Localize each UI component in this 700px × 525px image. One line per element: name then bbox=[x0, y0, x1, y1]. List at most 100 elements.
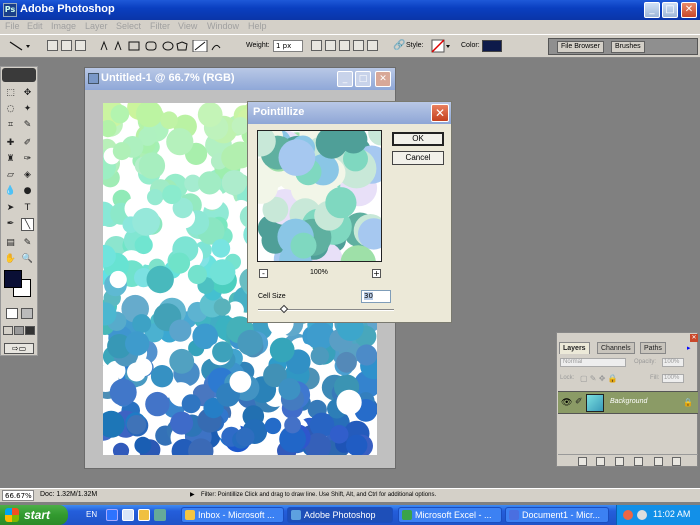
zoom-in-button[interactable]: + bbox=[372, 269, 381, 278]
new-layer-icon[interactable] bbox=[654, 457, 663, 466]
marquee-tool-icon[interactable]: ⬚ bbox=[4, 87, 17, 100]
menu-file[interactable]: File bbox=[5, 21, 20, 31]
fill-pixels-button[interactable] bbox=[75, 40, 86, 51]
document-close-button[interactable]: ✕ bbox=[375, 71, 391, 87]
style-picker-icon[interactable] bbox=[431, 39, 451, 53]
minimize-button[interactable]: _ bbox=[644, 2, 660, 18]
subtract-button[interactable] bbox=[325, 40, 336, 51]
tray-icon-1[interactable] bbox=[623, 510, 633, 520]
line-tool-icon-toolbox[interactable]: ╲ bbox=[21, 218, 34, 231]
slice-tool-icon[interactable]: ✎ bbox=[21, 119, 34, 132]
weight-input[interactable]: 1 px bbox=[273, 40, 303, 52]
cell-size-input[interactable]: 30 bbox=[361, 290, 391, 303]
dodge-tool-icon[interactable]: ● bbox=[21, 185, 34, 198]
menu-view[interactable]: View bbox=[178, 21, 197, 31]
status-arrow-icon[interactable]: ▶ bbox=[190, 491, 195, 498]
start-button[interactable]: start bbox=[0, 505, 68, 525]
language-indicator[interactable]: EN bbox=[86, 510, 97, 519]
zoom-out-button[interactable]: - bbox=[259, 269, 268, 278]
mask-icon[interactable] bbox=[596, 457, 605, 466]
intersect-button[interactable] bbox=[339, 40, 350, 51]
adobe-online-icon[interactable] bbox=[2, 68, 36, 82]
maximize-button[interactable]: □ bbox=[662, 2, 678, 18]
layer-row-background[interactable]: 👁 ✐ Background 🔒 bbox=[558, 391, 698, 414]
tab-layers[interactable]: Layers bbox=[559, 342, 590, 354]
healing-brush-icon[interactable]: ✚ bbox=[4, 137, 17, 150]
path-selection-icon[interactable]: ➤ bbox=[4, 202, 17, 215]
hand-tool-icon[interactable]: ✋ bbox=[4, 253, 17, 266]
shape-tools-icon[interactable] bbox=[98, 40, 228, 52]
eraser-tool-icon[interactable]: ▱ bbox=[4, 169, 17, 182]
menu-filter[interactable]: Filter bbox=[150, 21, 170, 31]
task-word[interactable]: Document1 - Micr... bbox=[505, 507, 609, 523]
fill-input[interactable]: 100% bbox=[662, 374, 684, 383]
paint-bucket-icon[interactable]: ◈ bbox=[21, 169, 34, 182]
close-button[interactable]: ✕ bbox=[681, 2, 697, 18]
menu-window[interactable]: Window bbox=[207, 21, 239, 31]
menu-help[interactable]: Help bbox=[248, 21, 267, 31]
cell-size-slider[interactable] bbox=[258, 304, 394, 314]
brush-tool-icon[interactable]: ✐ bbox=[21, 137, 34, 150]
magic-wand-icon[interactable]: ✦ bbox=[21, 103, 34, 116]
eyedropper-icon[interactable]: ✎ bbox=[21, 237, 34, 250]
outlook-quicklaunch-icon[interactable] bbox=[138, 509, 150, 521]
adjustment-layer-icon[interactable] bbox=[634, 457, 643, 466]
screen-mode-full-menu-icon[interactable] bbox=[14, 326, 24, 335]
lasso-tool-icon[interactable]: ◌ bbox=[4, 103, 17, 116]
dialog-close-button[interactable]: ✕ bbox=[431, 104, 449, 122]
line-tool-icon[interactable] bbox=[8, 40, 30, 52]
quick-mask-icon[interactable] bbox=[21, 308, 33, 319]
tray-icon-2[interactable] bbox=[637, 510, 647, 520]
crop-tool-icon[interactable]: ⌗ bbox=[4, 119, 17, 132]
slider-thumb[interactable] bbox=[279, 304, 289, 314]
ie-quicklaunch-icon[interactable] bbox=[106, 509, 118, 521]
menu-select[interactable]: Select bbox=[116, 21, 141, 31]
combine-button[interactable] bbox=[311, 40, 322, 51]
task-excel[interactable]: Microsoft Excel - ... bbox=[398, 507, 502, 523]
task-inbox[interactable]: Inbox - Microsoft ... bbox=[181, 507, 284, 523]
lock-icons[interactable]: ▢ ✎ ✥ 🔒 bbox=[580, 374, 618, 383]
layer-style-icon[interactable] bbox=[578, 457, 587, 466]
pen-tool-icon[interactable]: ✒ bbox=[4, 218, 17, 231]
zoom-field[interactable]: 66.67% bbox=[2, 490, 34, 501]
foreground-color-swatch[interactable] bbox=[4, 270, 22, 288]
blend-mode-select[interactable]: Normal bbox=[560, 358, 626, 367]
filter-preview[interactable] bbox=[257, 130, 382, 262]
document-minimize-button[interactable]: _ bbox=[337, 71, 353, 87]
new-shape-button[interactable] bbox=[367, 40, 378, 51]
color-swatch[interactable] bbox=[482, 40, 502, 52]
link-icon[interactable]: 🔗 bbox=[393, 40, 405, 51]
blur-tool-icon[interactable]: 💧 bbox=[4, 185, 17, 198]
desktop-quicklaunch-icon[interactable] bbox=[122, 509, 134, 521]
media-quicklaunch-icon[interactable] bbox=[154, 509, 166, 521]
screen-mode-standard-icon[interactable] bbox=[3, 326, 13, 335]
trash-icon[interactable] bbox=[672, 457, 681, 466]
jump-to-imageready-icon[interactable]: ⇨▭ bbox=[4, 343, 34, 354]
eye-icon[interactable]: 👁 bbox=[561, 398, 572, 408]
exclude-button[interactable] bbox=[353, 40, 364, 51]
menu-image[interactable]: Image bbox=[51, 21, 76, 31]
screen-mode-full-icon[interactable] bbox=[25, 326, 35, 335]
opacity-input[interactable]: 100% bbox=[662, 358, 684, 367]
brush-link-icon[interactable]: ✐ bbox=[575, 397, 583, 407]
notes-tool-icon[interactable]: ▤ bbox=[4, 237, 17, 250]
tab-channels[interactable]: Channels bbox=[597, 342, 635, 354]
tab-paths[interactable]: Paths bbox=[640, 342, 666, 354]
layers-close-icon[interactable]: ✕ bbox=[690, 334, 698, 342]
paths-button[interactable] bbox=[61, 40, 72, 51]
task-photoshop[interactable]: Adobe Photoshop bbox=[287, 507, 393, 523]
clone-stamp-icon[interactable]: ♜ bbox=[4, 153, 17, 166]
menu-layer[interactable]: Layer bbox=[85, 21, 108, 31]
ok-button[interactable]: OK bbox=[392, 132, 444, 146]
brushes-tab[interactable]: Brushes bbox=[611, 41, 645, 53]
move-tool-icon[interactable]: ✥ bbox=[21, 87, 34, 100]
shape-layers-button[interactable] bbox=[47, 40, 58, 51]
zoom-tool-icon[interactable]: 🔍 bbox=[21, 253, 34, 266]
cancel-button[interactable]: Cancel bbox=[392, 151, 444, 165]
menu-edit[interactable]: Edit bbox=[27, 21, 43, 31]
type-tool-icon[interactable]: T bbox=[21, 202, 34, 215]
standard-mode-icon[interactable] bbox=[6, 308, 18, 319]
document-maximize-button[interactable]: □ bbox=[355, 71, 371, 87]
history-brush-icon[interactable]: ✑ bbox=[21, 153, 34, 166]
folder-icon[interactable] bbox=[615, 457, 624, 466]
